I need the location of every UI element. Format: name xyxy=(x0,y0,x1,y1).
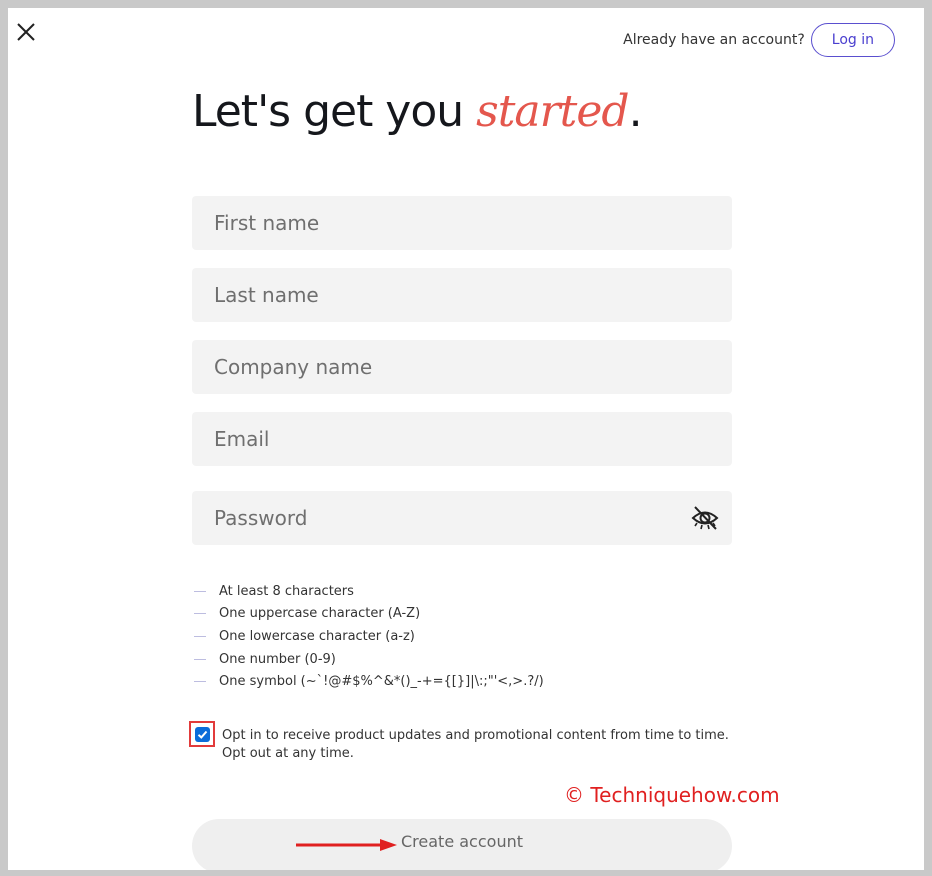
first-name-input[interactable] xyxy=(192,196,732,250)
password-field xyxy=(192,491,732,545)
optin-line-2: Opt out at any time. xyxy=(222,746,354,761)
optin-label: Opt in to receive product updates and pr… xyxy=(222,727,729,763)
create-account-button[interactable]: Create account xyxy=(192,819,732,870)
password-rule: One uppercase character (A-Z) xyxy=(194,603,544,626)
company-name-input[interactable] xyxy=(192,340,732,394)
login-prompt: Already have an account? Log in xyxy=(623,23,895,57)
eye-slash-icon[interactable] xyxy=(690,503,720,533)
password-requirements: At least 8 characters One uppercase char… xyxy=(194,580,544,693)
rule-text: At least 8 characters xyxy=(219,583,354,599)
company-name-field xyxy=(192,340,732,394)
login-button[interactable]: Log in xyxy=(810,23,895,57)
checkmark-icon xyxy=(194,726,210,742)
rule-dash xyxy=(194,613,206,615)
signup-dialog: Already have an account? Log in Let's ge… xyxy=(8,8,924,870)
rule-dash xyxy=(194,635,206,637)
email-input[interactable] xyxy=(192,412,732,466)
rule-text: One lowercase character (a-z) xyxy=(219,628,415,644)
optin-checkbox[interactable] xyxy=(189,721,215,747)
password-rule: One symbol (~`!@#$%^&*()_-+={[}]|\:;"'<,… xyxy=(194,670,544,693)
last-name-field xyxy=(192,268,732,322)
rule-dash xyxy=(194,658,206,660)
rule-text: One uppercase character (A-Z) xyxy=(219,606,421,622)
email-field xyxy=(192,412,732,466)
rule-dash xyxy=(194,681,206,683)
rule-text: One number (0-9) xyxy=(219,651,336,667)
optin-row: Opt in to receive product updates and pr… xyxy=(189,719,729,763)
already-account-text: Already have an account? xyxy=(623,32,805,48)
rule-dash xyxy=(194,590,206,592)
password-rule: One lowercase character (a-z) xyxy=(194,625,544,648)
title-period: . xyxy=(628,86,643,137)
last-name-input[interactable] xyxy=(192,268,732,322)
title-text: Let's get you xyxy=(192,86,477,137)
title-accent: started xyxy=(476,86,629,137)
password-rule: At least 8 characters xyxy=(194,580,544,603)
watermark: © Techniquehow.com xyxy=(564,783,780,807)
rule-text: One symbol (~`!@#$%^&*()_-+={[}]|\:;"'<,… xyxy=(219,674,544,690)
password-input[interactable] xyxy=(192,491,732,545)
optin-line-1: Opt in to receive product updates and pr… xyxy=(222,728,729,743)
arrow-annotation-icon xyxy=(296,839,397,851)
password-rule: One number (0-9) xyxy=(194,648,544,671)
close-icon[interactable] xyxy=(16,22,36,42)
first-name-field xyxy=(192,196,732,250)
page-title: Let's get you started. xyxy=(192,86,643,137)
